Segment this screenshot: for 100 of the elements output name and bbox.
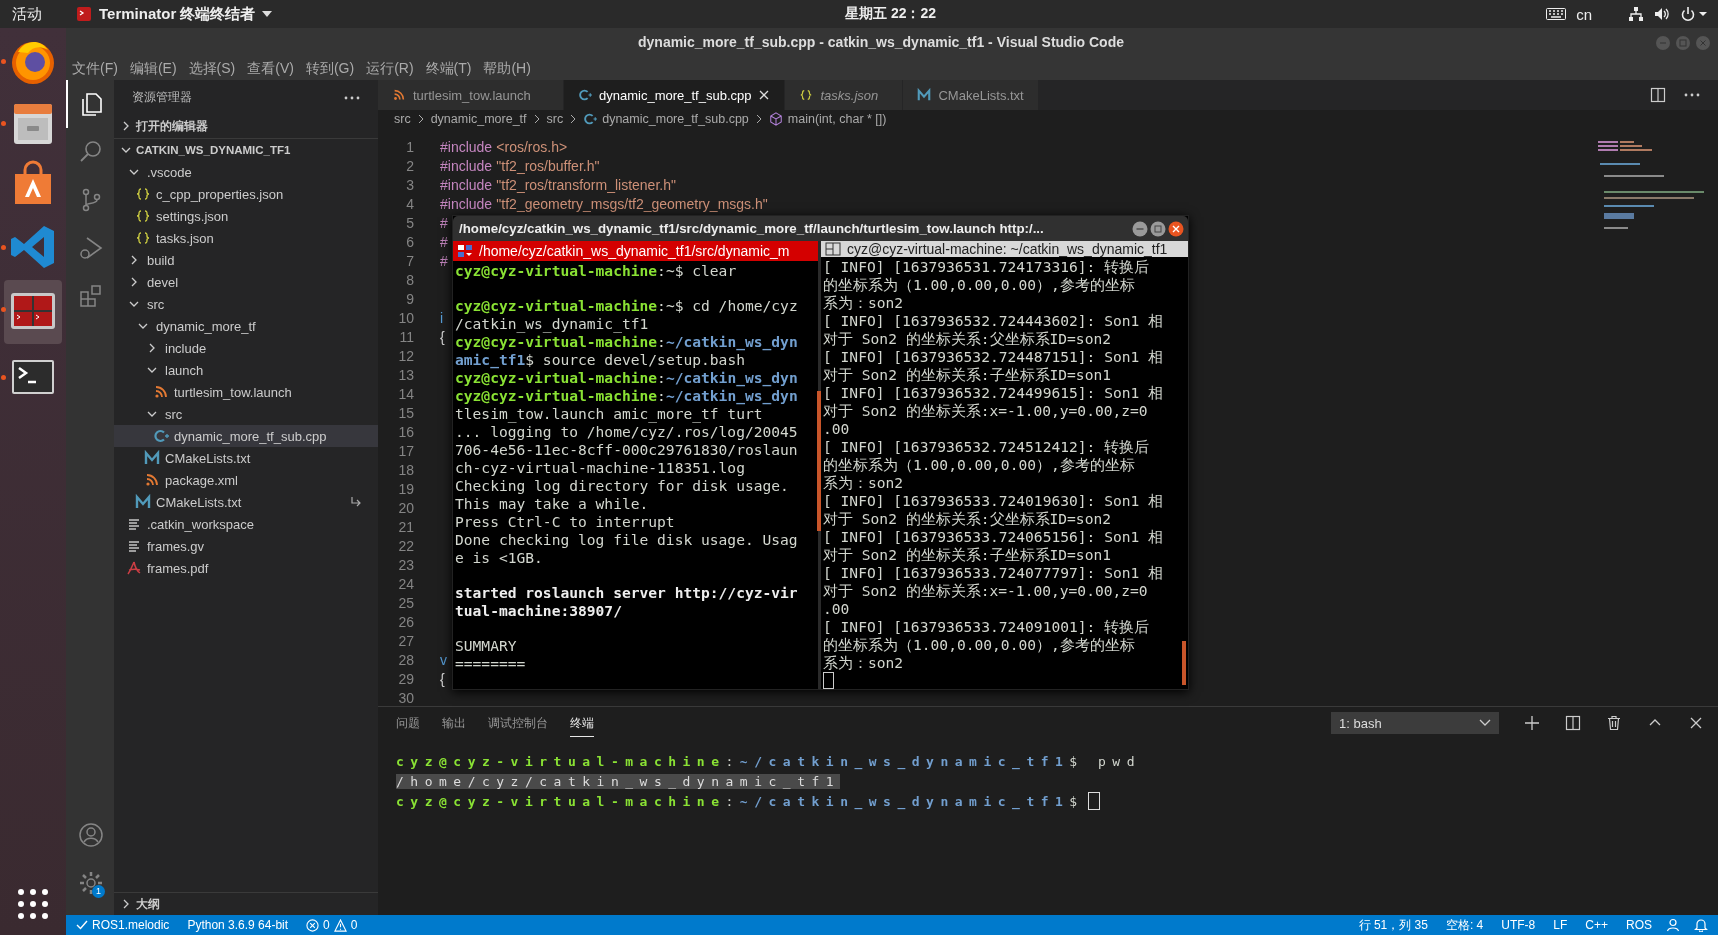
tree-item[interactable]: dynamic_more_tf — [114, 315, 378, 337]
status-item[interactable]: UTF-8 — [1501, 918, 1536, 932]
tree-item[interactable]: package.xml — [114, 469, 378, 491]
terminal-line: cyz@cyz-virtual-machine:~$ cd /home/cyz — [455, 296, 799, 315]
input-method-indicator[interactable]: cn — [1576, 5, 1592, 23]
minimize-button[interactable] — [1132, 220, 1148, 237]
tree-item[interactable]: launch — [114, 359, 378, 381]
menu-item[interactable]: 选择(S) — [182, 59, 242, 78]
menu-item[interactable]: 帮助(H) — [477, 59, 537, 78]
breadcrumb-item[interactable]: src — [394, 112, 411, 126]
bell-icon[interactable] — [1694, 918, 1708, 932]
tree-label: dynamic_more_tf_sub.cpp — [174, 428, 327, 444]
breadcrumb-item[interactable]: main(int, char * []) — [787, 112, 887, 126]
trash-icon[interactable] — [1606, 715, 1622, 731]
terminal-dropdown[interactable]: 1: bash — [1331, 712, 1499, 734]
close-icon[interactable] — [758, 89, 771, 101]
menu-item[interactable]: 查看(V) — [241, 59, 300, 78]
tree-label: launch — [165, 362, 204, 378]
tree-label: .vscode — [147, 164, 192, 180]
terminal-line: 706-4e56-11ec-8cff-000c29761830/roslaun — [455, 441, 799, 459]
menu-item[interactable]: 编辑(E) — [123, 59, 183, 78]
power-icon[interactable] — [1680, 6, 1708, 22]
menu-item[interactable]: 转到(G) — [299, 59, 361, 78]
problems-indicator[interactable]: 0 0 — [306, 918, 358, 932]
line-number: 18 — [397, 461, 414, 478]
account-icon[interactable] — [78, 822, 104, 848]
tree-item[interactable]: settings.json — [114, 205, 378, 227]
section-header[interactable]: CATKIN_WS_DYNAMIC_TF1 — [114, 138, 378, 161]
breadcrumb-item[interactable]: dynamic_more_tf — [430, 112, 527, 126]
tree-item[interactable]: devel — [114, 271, 378, 293]
activities-button[interactable]: 活动 — [12, 4, 42, 24]
section-title: CATKIN_WS_DYNAMIC_TF1 — [136, 144, 291, 156]
line-number: 16 — [397, 423, 414, 440]
panel-tab[interactable]: 问题 — [396, 709, 420, 737]
line-number: 9 — [405, 290, 414, 307]
scrollbar-thumb[interactable] — [1182, 641, 1186, 685]
terminal-line: ch-cyz-virtual-machine-118351.log — [455, 459, 746, 477]
tree-item[interactable]: frames.gv — [114, 535, 378, 557]
status-item[interactable]: 行 51，列 35 — [1358, 916, 1428, 934]
status-item[interactable]: C++ — [1585, 918, 1608, 932]
breadcrumb-item[interactable]: src — [546, 112, 564, 126]
tree-item[interactable]: CMakeLists.txt — [114, 447, 378, 469]
terminal-line: [ INFO] [1637936532.724487151]: Son1 相 — [823, 348, 1165, 366]
status-item[interactable]: ROS — [1626, 918, 1652, 932]
rss-icon — [144, 472, 160, 488]
more-icon[interactable] — [344, 95, 360, 100]
settings-icon[interactable] — [78, 870, 104, 896]
terminal-line: .00 — [823, 420, 851, 438]
close-icon[interactable] — [1688, 715, 1704, 731]
dock-item[interactable] — [4, 280, 62, 344]
maximize-button[interactable] — [1150, 220, 1166, 237]
section-header[interactable]: 打开的编辑器 — [114, 115, 378, 137]
app-menu[interactable]: Terminator 终端终结者 — [76, 4, 273, 24]
tree-item[interactable]: dynamic_more_tf_sub.cpp — [114, 425, 378, 447]
editor-tab[interactable]: dynamic_more_tf_sub.cpp — [564, 80, 786, 110]
line-number: 19 — [397, 480, 414, 497]
panel-tab[interactable]: 输出 — [442, 709, 466, 737]
tree-item[interactable]: tasks.json — [114, 227, 378, 249]
clock[interactable]: 星期五 22：22 — [845, 5, 937, 23]
tree-item[interactable]: build — [114, 249, 378, 271]
network-icon[interactable] — [1628, 6, 1644, 22]
status-item[interactable]: 空格: 4 — [1445, 916, 1484, 934]
tree-item[interactable]: CMakeLists.txt — [114, 491, 378, 513]
tree-item[interactable]: .vscode — [114, 161, 378, 183]
tree-item[interactable]: src — [114, 293, 378, 315]
panel-tab[interactable]: 调试控制台 — [488, 709, 548, 737]
close-button[interactable] — [1168, 220, 1184, 237]
panel-tab[interactable]: 终端 — [570, 709, 594, 737]
terminator-icon — [76, 6, 92, 22]
volume-icon[interactable] — [1654, 6, 1670, 22]
person-icon[interactable] — [1666, 918, 1680, 932]
line-number: 11 — [398, 328, 414, 345]
editor-tab[interactable]: CMakeLists.txt — [903, 80, 1039, 110]
scrollbar-thumb[interactable] — [817, 391, 821, 531]
menu-item[interactable]: 终端(T) — [419, 59, 478, 78]
plus-icon[interactable] — [1524, 715, 1540, 731]
breadcrumb-item[interactable]: dynamic_more_tf_sub.cpp — [602, 112, 749, 126]
split-terminal-icon[interactable] — [1565, 715, 1581, 731]
app-grid-icon[interactable] — [16, 887, 50, 921]
tree-item[interactable]: c_cpp_properties.json — [114, 183, 378, 205]
terminal-line: 对于 Son2 的坐标关系:父坐标系ID=son2 — [823, 330, 1112, 348]
pane-header[interactable]: /home/cyz/catkin_ws_dynamic_tf1/src/dynamic_m — [453, 241, 818, 261]
more-icon[interactable] — [1684, 93, 1700, 97]
editor-tab[interactable]: turtlesim_tow.launch — [378, 80, 564, 110]
cpp-file-icon — [578, 88, 592, 102]
tree-item[interactable]: turtlesim_tow.launch — [114, 381, 378, 403]
editor-tab[interactable]: tasks.json — [785, 80, 904, 110]
pane-header[interactable]: cyz@cyz-virtual-machine: ~/catkin_ws_dynamic_tf1 — [821, 241, 1188, 257]
status-item[interactable]: LF — [1553, 918, 1568, 932]
tree-item[interactable]: include — [114, 337, 378, 359]
tree-item[interactable]: frames.pdf — [114, 557, 378, 579]
status-item[interactable]: Python 3.6.9 64-bit — [187, 918, 289, 932]
menu-item[interactable]: 文件(F) — [66, 59, 124, 78]
tree-item[interactable]: src — [114, 403, 378, 425]
menu-item[interactable]: 运行(R) — [360, 59, 420, 78]
split-editor-icon[interactable] — [1650, 87, 1666, 103]
status-item[interactable]: ROS1.melodic — [76, 918, 170, 932]
tree-item[interactable]: .catkin_workspace — [114, 513, 378, 535]
running-indicator — [1, 245, 6, 250]
cube-icon — [768, 112, 783, 126]
